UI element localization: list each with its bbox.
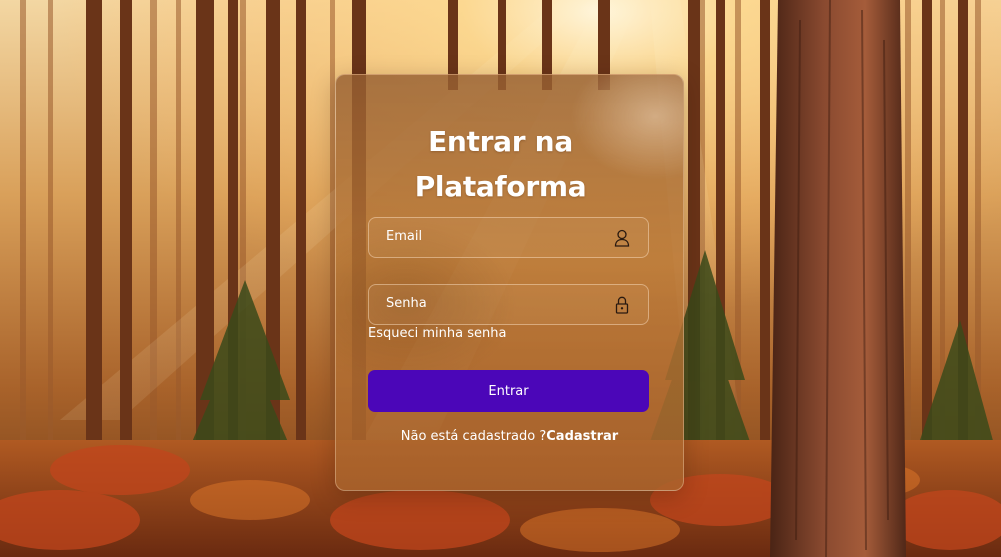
login-button[interactable]: Entrar <box>368 370 649 412</box>
forgot-password-link[interactable]: Esqueci minha senha <box>368 326 506 341</box>
email-field[interactable]: Email <box>368 217 649 258</box>
title-line-2: Plataforma <box>414 169 587 203</box>
password-field[interactable]: Senha <box>368 284 649 325</box>
login-title: Entrar na Plataforma <box>0 119 1001 209</box>
signup-prompt-text: Não está cadastrado ? <box>400 429 547 444</box>
password-placeholder: Senha <box>386 296 427 311</box>
user-icon <box>614 229 630 247</box>
title-line-1: Entrar na <box>428 124 573 158</box>
signup-prompt: Não está cadastrado ?Cadastrar <box>335 429 684 444</box>
email-placeholder: Email <box>386 229 423 244</box>
lock-icon <box>615 296 629 314</box>
signup-link[interactable]: Cadastrar <box>546 429 618 444</box>
